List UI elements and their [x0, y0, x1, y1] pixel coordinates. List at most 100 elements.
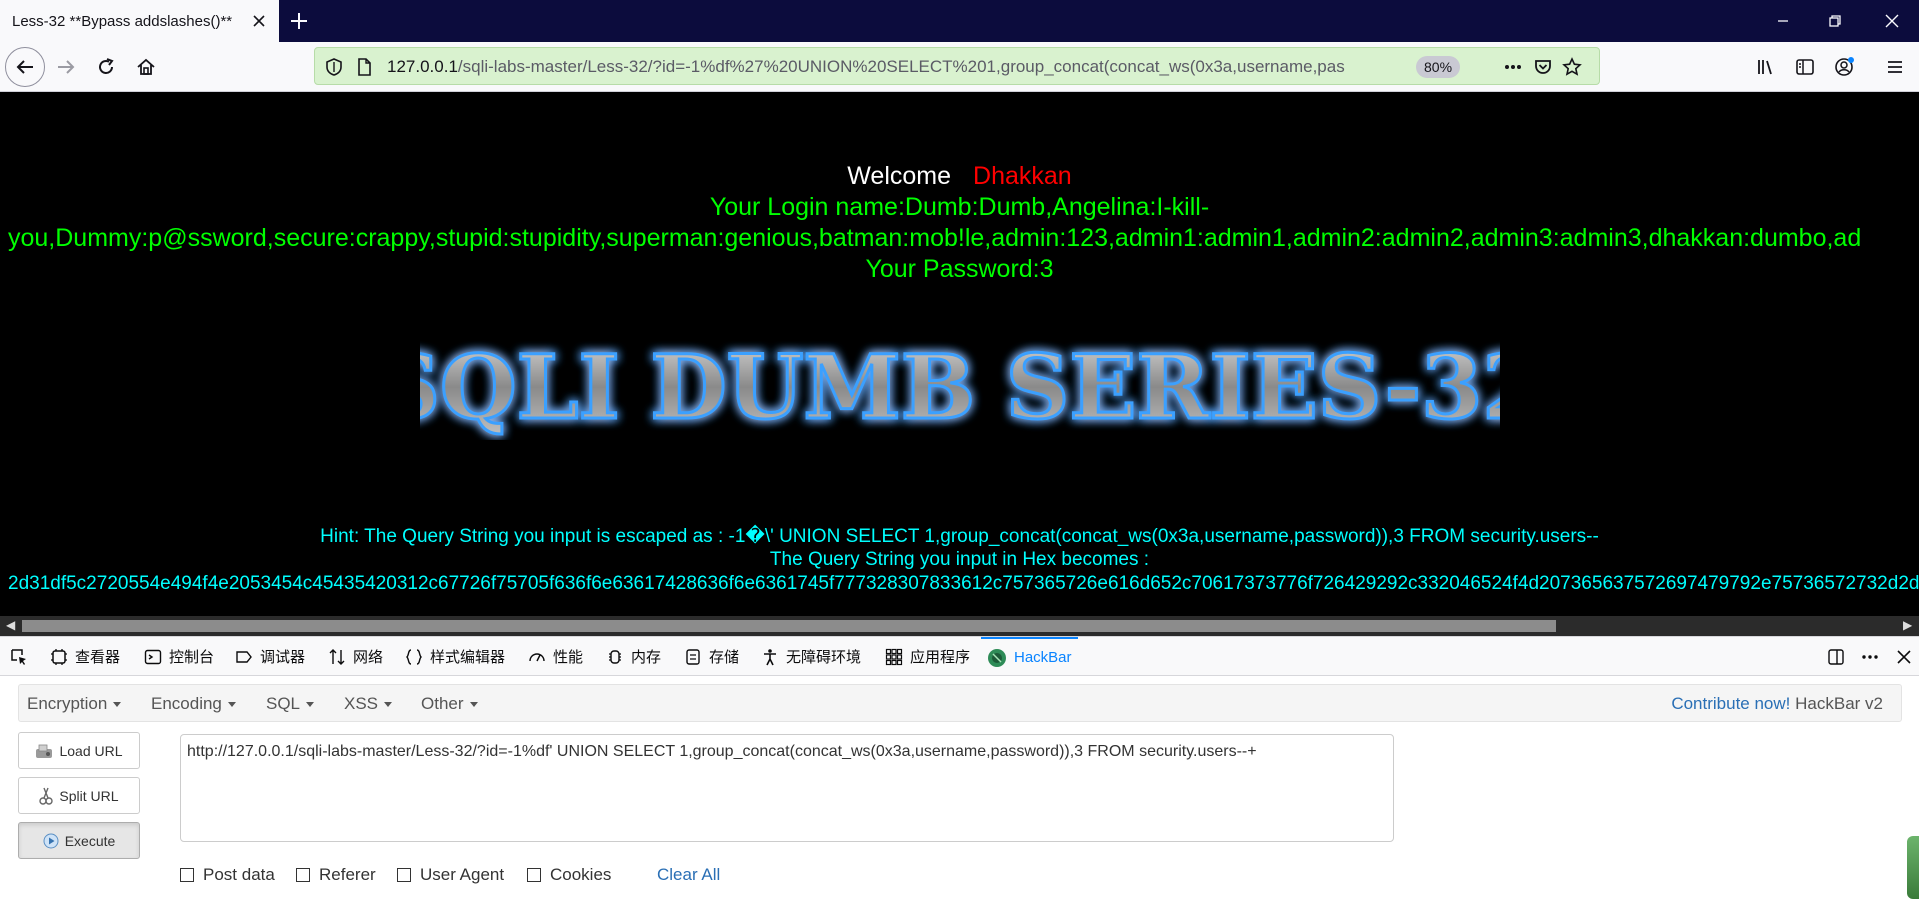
reload-icon — [99, 58, 114, 74]
contribute-area: Contribute now! HackBar v2 — [1671, 694, 1883, 714]
checkbox[interactable] — [296, 868, 310, 882]
devtools-toolbar: 查看器 控制台 调试器 网络 样式编辑器 性能 内存 存储 无障碍环境 应用程序… — [0, 636, 1919, 676]
tab-storage[interactable]: 存储 — [684, 637, 739, 676]
sidebar-button[interactable] — [1788, 50, 1822, 84]
debugger-icon — [236, 650, 252, 663]
tab-label: 查看器 — [75, 649, 121, 666]
caret-down-icon — [469, 702, 478, 708]
contribute-link[interactable]: Contribute now! — [1671, 694, 1790, 713]
devtools-more-icon[interactable] — [1860, 647, 1880, 667]
close-tab-icon[interactable] — [249, 11, 269, 31]
tab-performance[interactable]: 性能 — [528, 637, 583, 676]
zoom-level-button[interactable]: 80% — [1416, 56, 1461, 78]
tab-debugger[interactable]: 调试器 — [235, 637, 305, 676]
referer-checkbox[interactable]: Referer — [296, 865, 376, 885]
tab-title: Less-32 **Bypass addslashes()** — [12, 12, 233, 30]
pocket-icon[interactable] — [1532, 56, 1554, 78]
menu-label: Encryption — [27, 694, 108, 713]
back-arrow-icon — [16, 60, 33, 74]
post-data-checkbox[interactable]: Post data — [180, 865, 275, 885]
hamburger-menu-icon — [1888, 61, 1902, 73]
reload-button[interactable] — [89, 50, 123, 84]
tab-memory[interactable]: 内存 — [606, 637, 661, 676]
side-handle[interactable] — [1907, 836, 1919, 899]
hackbar-panel: Encryption Encoding SQL XSS Other Contri… — [0, 676, 1919, 899]
url-text[interactable]: 127.0.0.1/sqli-labs-master/Less-32/?id=-… — [387, 57, 1405, 77]
page-info-icon[interactable] — [353, 56, 375, 78]
restore-icon[interactable] — [1823, 9, 1847, 33]
application-icon — [885, 648, 903, 665]
tab-style-editor[interactable]: 样式编辑器 — [405, 637, 505, 676]
navigation-toolbar: 127.0.0.1/sqli-labs-master/Less-32/?id=-… — [0, 42, 1919, 92]
check-label: Referer — [319, 865, 376, 884]
tab-network[interactable]: 网络 — [328, 637, 383, 676]
tab-label: 控制台 — [169, 649, 215, 666]
checkbox[interactable] — [180, 868, 194, 882]
tab-accessibility[interactable]: 无障碍环境 — [761, 637, 861, 676]
login-name-continued: you,Dummy:p@ssword,secure:crappy,stupid:… — [8, 224, 1862, 252]
url-path: /sqli-labs-master/Less-32/?id=-1%df%27%2… — [457, 57, 1345, 76]
browser-tab[interactable]: Less-32 **Bypass addslashes()** — [0, 0, 279, 42]
library-icon — [1758, 60, 1772, 75]
tab-label: 应用程序 — [910, 649, 971, 666]
library-button[interactable] — [1749, 50, 1783, 84]
checkbox[interactable] — [527, 868, 541, 882]
menu-sql[interactable]: SQL — [266, 694, 315, 714]
home-button[interactable] — [129, 50, 163, 84]
tab-label: 调试器 — [260, 649, 306, 666]
hex-label: The Query String you input in Hex become… — [769, 549, 1150, 570]
welcome-name: Dhakkan — [973, 162, 1072, 190]
forward-button[interactable] — [49, 50, 83, 84]
menu-encryption[interactable]: Encryption — [27, 694, 122, 714]
execute-button[interactable]: Execute — [18, 822, 140, 859]
clear-all-link[interactable]: Clear All — [657, 865, 720, 885]
cookies-checkbox[interactable]: Cookies — [527, 865, 611, 885]
url-bar[interactable]: 127.0.0.1/sqli-labs-master/Less-32/?id=-… — [314, 47, 1600, 85]
web-page: Welcome Dhakkan Your Login name:Dumb:Dumb… — [0, 92, 1919, 618]
tab-console[interactable]: 控制台 — [144, 637, 214, 676]
user-agent-checkbox[interactable]: User Agent — [397, 865, 504, 885]
menu-encoding[interactable]: Encoding — [151, 694, 236, 714]
performance-icon — [529, 652, 545, 661]
execute-label: Execute — [64, 832, 116, 849]
scrollbar-thumb[interactable] — [22, 620, 1556, 632]
scroll-right-icon[interactable]: ▶ — [1903, 618, 1912, 632]
tracking-shield-icon[interactable] — [323, 56, 345, 78]
dock-side-icon[interactable] — [1826, 647, 1846, 667]
devtools-close-icon[interactable] — [1894, 647, 1914, 667]
new-tab-icon[interactable] — [286, 8, 312, 34]
check-label: User Agent — [420, 865, 505, 884]
memory-icon — [609, 649, 621, 664]
tab-label: 网络 — [353, 649, 384, 666]
hackbar-version: HackBar v2 — [1795, 694, 1883, 713]
back-button[interactable] — [5, 47, 45, 87]
element-picker-icon[interactable] — [9, 647, 29, 667]
load-url-button[interactable]: Load URL — [18, 732, 140, 769]
scroll-left-icon[interactable]: ◀ — [6, 618, 15, 632]
account-button[interactable] — [1827, 50, 1861, 84]
split-url-button[interactable]: Split URL — [18, 777, 140, 814]
tab-inspector[interactable]: 查看器 — [50, 637, 120, 676]
play-icon — [43, 833, 59, 848]
account-icon — [1835, 57, 1854, 76]
caret-down-icon — [113, 702, 122, 708]
forward-arrow-icon — [58, 60, 75, 74]
tab-label: 内存 — [631, 649, 662, 666]
tab-application[interactable]: 应用程序 — [885, 637, 970, 676]
login-name-line: Your Login name:Dumb:Dumb,Angelina:I-kil… — [709, 193, 1210, 221]
close-window-icon[interactable] — [1880, 9, 1904, 33]
tab-hackbar[interactable]: HackBar — [981, 637, 1078, 676]
minimize-icon[interactable] — [1771, 9, 1795, 33]
menu-other[interactable]: Other — [421, 694, 478, 714]
scissors-icon — [39, 787, 54, 805]
split-url-label: Split URL — [59, 787, 119, 804]
inspector-icon — [51, 648, 67, 665]
menu-xss[interactable]: XSS — [344, 694, 393, 714]
url-input[interactable] — [180, 734, 1394, 842]
horizontal-scrollbar[interactable]: ◀ ▶ — [0, 616, 1919, 636]
more-actions-icon[interactable] — [1502, 56, 1524, 78]
checkbox[interactable] — [397, 868, 411, 882]
app-menu-button[interactable] — [1878, 50, 1912, 84]
tab-strip: Less-32 **Bypass addslashes()** — [0, 0, 1919, 42]
bookmark-star-icon[interactable] — [1561, 56, 1583, 78]
